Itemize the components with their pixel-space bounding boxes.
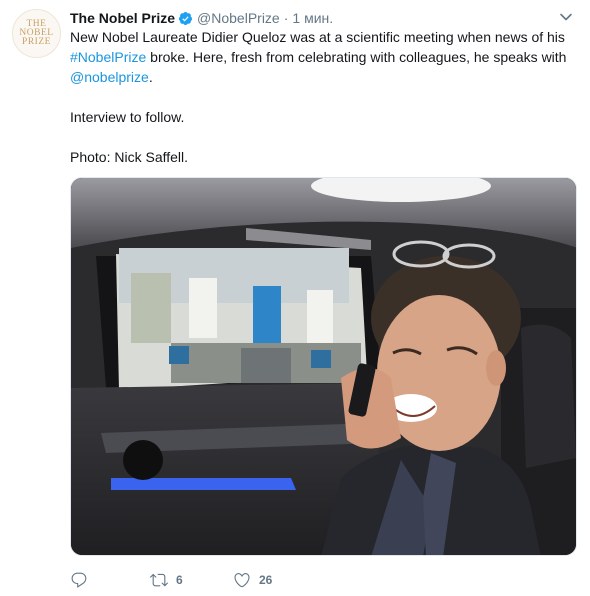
tweet-text: New Nobel Laureate Didier Queloz was at …	[70, 27, 575, 167]
avatar-logo-text: THE NOBEL PRIZE	[19, 19, 54, 47]
author-handle[interactable]: @NobelPrize	[197, 10, 280, 26]
tweet-text-part: New Nobel Laureate Didier Queloz was at …	[70, 29, 565, 45]
tweet-paragraph-3: Photo: Nick Saffell.	[70, 149, 189, 165]
tweet: THE NOBEL PRIZE The Nobel Prize @NobelPr…	[0, 0, 590, 596]
tweet-text-part: broke. Here, fresh from celebrating with…	[146, 49, 567, 65]
tweet-timestamp[interactable]: 1 мин.	[292, 10, 333, 26]
tweet-actions: 6 26	[70, 570, 313, 590]
tweet-text-part: .	[148, 69, 153, 85]
like-button[interactable]: 26	[233, 571, 313, 589]
mention-link[interactable]: @nobelprize	[70, 69, 149, 85]
tweet-header: The Nobel Prize @NobelPrize · 1 мин.	[70, 9, 333, 27]
tweet-paragraph-2: Interview to follow.	[70, 109, 185, 125]
author-name[interactable]: The Nobel Prize	[70, 10, 175, 26]
tweet-photo[interactable]	[70, 177, 577, 556]
like-icon	[234, 573, 250, 588]
retweet-button[interactable]: 6	[150, 571, 233, 589]
retweet-count: 6	[176, 573, 183, 587]
reply-button[interactable]	[70, 571, 150, 589]
chevron-down-icon[interactable]	[559, 10, 573, 24]
tweet-paragraph-1: New Nobel Laureate Didier Queloz was at …	[70, 27, 575, 87]
separator-dot: ·	[283, 10, 289, 26]
reply-icon	[71, 572, 87, 588]
like-count: 26	[259, 573, 273, 587]
hashtag-link[interactable]: #NobelPrize	[70, 49, 146, 65]
avatar[interactable]: THE NOBEL PRIZE	[12, 9, 61, 58]
verified-badge-icon	[178, 11, 193, 26]
retweet-icon	[150, 573, 168, 587]
